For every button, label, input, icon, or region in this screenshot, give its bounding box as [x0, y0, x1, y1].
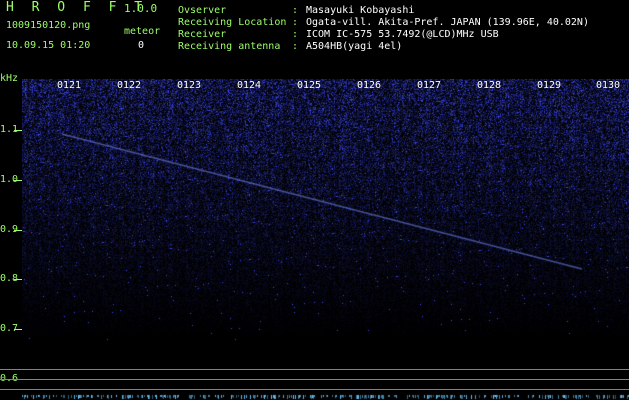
- time-tick-label: 0121: [57, 80, 82, 91]
- datetime: 10.09.15 01:20: [6, 40, 91, 51]
- info-key-observer: Ovserver: [178, 5, 227, 16]
- spectrogram-canvas: [22, 79, 629, 400]
- info-key-location: Receiving Location: [178, 17, 287, 28]
- meteor-label: meteor: [124, 26, 161, 37]
- info-value-receiver: ICOM IC-575 53.7492(@LCD)MHz USB: [306, 29, 499, 40]
- time-tick-label: 0124: [237, 80, 262, 91]
- time-tick-label: 0128: [477, 80, 502, 91]
- info-value-observer: Masayuki Kobayashi: [306, 5, 415, 16]
- info-value-location: Ogata-vill. Akita-Pref. JAPAN (139.96E, …: [306, 17, 589, 28]
- info-sep: :: [292, 5, 299, 16]
- info-value-antenna: A504HB(yagi 4el): [306, 41, 403, 52]
- time-tick-label: 0123: [177, 80, 202, 91]
- app-version: 1.0.0: [124, 2, 158, 15]
- y-tick-mark: [14, 329, 22, 330]
- info-key-receiver: Receiver: [178, 29, 227, 40]
- reference-line: [0, 379, 629, 380]
- time-tick-label: 0127: [417, 80, 442, 91]
- y-tick-mark: [14, 230, 22, 231]
- hroffft-window: H R O F F T 1.0.0 1009150120.png meteor …: [0, 0, 629, 400]
- time-tick-label: 0129: [537, 80, 562, 91]
- info-sep: :: [292, 17, 299, 28]
- info-key-antenna: Receiving antenna: [178, 41, 281, 52]
- meteor-count: 0: [138, 40, 145, 51]
- reference-line: [0, 369, 629, 370]
- info-sep: :: [292, 29, 299, 40]
- y-axis-unit: kHz: [0, 73, 19, 84]
- time-tick-label: 0125: [297, 80, 322, 91]
- reference-line: [0, 389, 629, 390]
- time-tick-label: 0126: [357, 80, 382, 91]
- y-tick-mark: [14, 180, 22, 181]
- y-tick-mark: [14, 130, 22, 131]
- file-name: 1009150120.png: [6, 20, 91, 31]
- info-sep: :: [292, 41, 299, 52]
- time-tick-label: 0130: [596, 80, 621, 91]
- time-tick-label: 0122: [117, 80, 142, 91]
- y-tick-mark: [14, 279, 22, 280]
